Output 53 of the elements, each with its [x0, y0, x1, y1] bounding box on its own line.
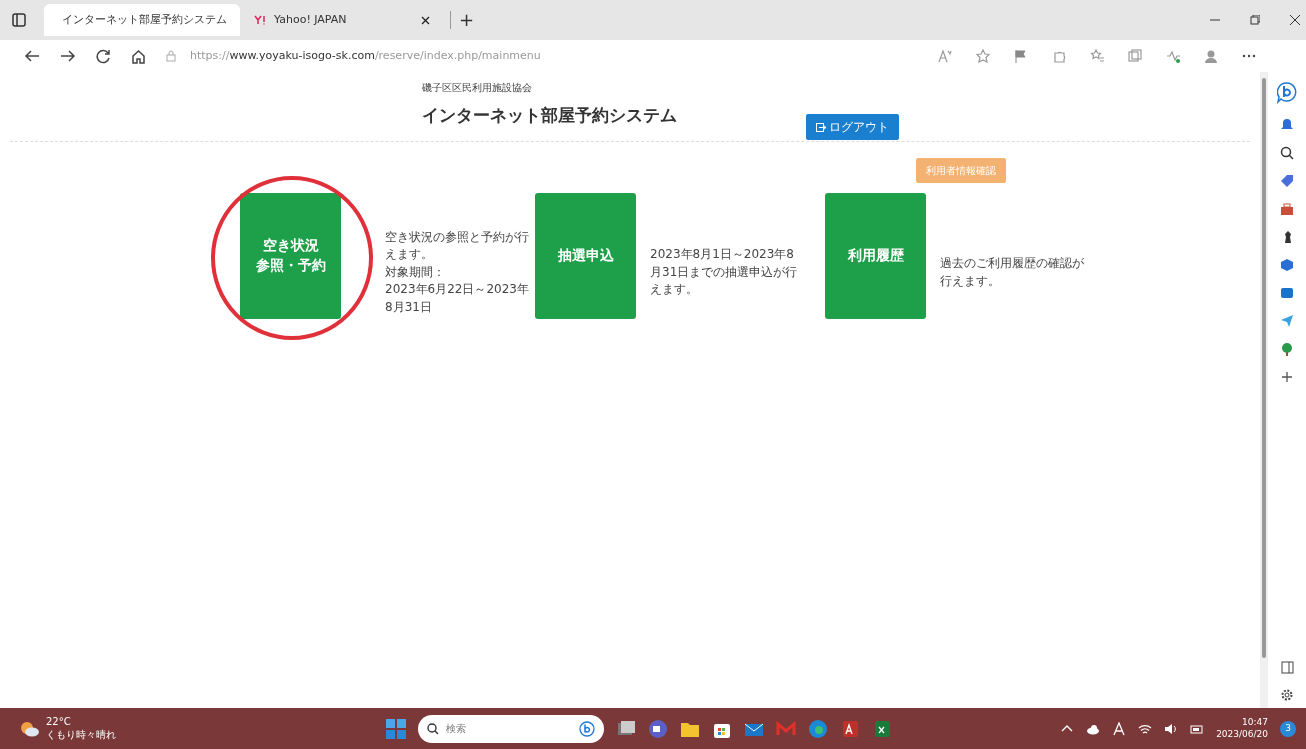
new-tab-button[interactable]: +: [450, 11, 475, 29]
flag-icon[interactable]: [1014, 49, 1028, 63]
restore-icon[interactable]: [1250, 15, 1260, 25]
search-icon[interactable]: [1280, 146, 1294, 160]
scrollbar-thumb[interactable]: [1262, 78, 1266, 658]
page-title: インターネット部屋予約システム: [422, 104, 677, 127]
address-bar[interactable]: https://www.yoyaku-isogo-sk.com/reserve/index.php/mainmenu: [166, 47, 541, 65]
tag-icon[interactable]: [1280, 174, 1294, 188]
forward-icon[interactable]: [60, 49, 76, 63]
profile-icon[interactable]: [1204, 49, 1218, 63]
close-icon[interactable]: [1290, 15, 1300, 25]
heartbeat-icon[interactable]: [1166, 49, 1180, 63]
back-icon[interactable]: [24, 49, 40, 63]
notification-count[interactable]: 3: [1280, 720, 1296, 737]
search-field[interactable]: 検索: [418, 714, 604, 743]
menu-card-button[interactable]: 空き状況 参照・予約: [240, 192, 341, 319]
browser-tab[interactable]: インターネット部屋予約システム: [44, 4, 240, 36]
tree-icon[interactable]: [1280, 342, 1294, 356]
home-icon[interactable]: [131, 48, 146, 64]
spreadsheet-icon[interactable]: [872, 718, 892, 739]
refresh-icon[interactable]: [96, 48, 111, 64]
sidebar-toggle-icon[interactable]: [1280, 661, 1294, 674]
menu-description: 空き状況の参照と予約が行えます。 対象期間： 2023年6月22日～2023年8月31日: [385, 229, 530, 316]
favorites-icon[interactable]: [1090, 49, 1104, 63]
chat-assistant-icon[interactable]: [1277, 82, 1297, 104]
toolbox-icon[interactable]: [1280, 202, 1294, 216]
settings-icon[interactable]: [1280, 688, 1294, 702]
add-icon[interactable]: [1280, 370, 1294, 384]
clock[interactable]: 10:47 2023/06/20: [1216, 716, 1268, 741]
site-logo-icon: [254, 14, 266, 26]
close-icon[interactable]: [421, 15, 430, 25]
weather-condition-text: くもり時々晴れ: [46, 728, 116, 741]
tab-actions-icon[interactable]: [12, 13, 26, 27]
menu-description: 2023年8月1日～2023年8月31日までの抽選申込が行えます。: [650, 246, 799, 299]
star-icon[interactable]: [976, 49, 990, 63]
send-icon[interactable]: [1280, 314, 1294, 328]
logout-button[interactable]: ログアウト: [806, 114, 899, 140]
start-icon[interactable]: [386, 718, 406, 739]
chat-assistant-icon: [579, 720, 595, 737]
temperature-text: 22°C: [46, 716, 72, 729]
read-aloud-icon[interactable]: [938, 49, 952, 63]
speaker-icon[interactable]: [1164, 721, 1179, 736]
search-icon: [427, 722, 439, 735]
bell-icon[interactable]: [1280, 118, 1294, 132]
menu-card-button[interactable]: 抽選申込: [535, 192, 636, 319]
lock-icon: [166, 50, 176, 62]
logout-icon: [816, 122, 826, 132]
input-method-icon[interactable]: [1112, 721, 1127, 736]
browser-tab[interactable]: Yahoo! JAPAN: [244, 4, 440, 36]
organization-name: 磯子区区民利用施設協会: [422, 81, 533, 95]
menu-card-button[interactable]: 利用履歴: [825, 192, 926, 319]
video-call-icon[interactable]: [648, 718, 668, 739]
menu-description: 過去のご利用履歴の確認が行えます。: [940, 255, 1085, 290]
